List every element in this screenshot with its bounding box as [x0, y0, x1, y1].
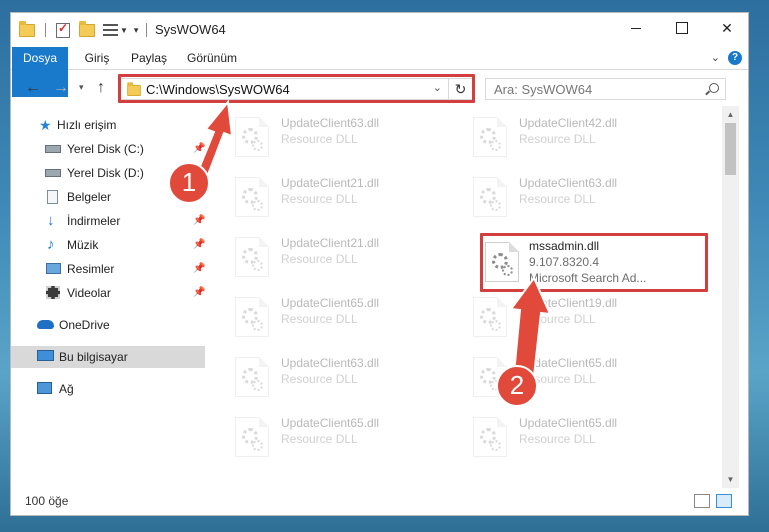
annotation-overlay — [194, 99, 552, 378]
arrow-2 — [509, 276, 552, 378]
callout-1: 1 — [168, 162, 210, 204]
callout-2: 2 — [496, 365, 538, 407]
